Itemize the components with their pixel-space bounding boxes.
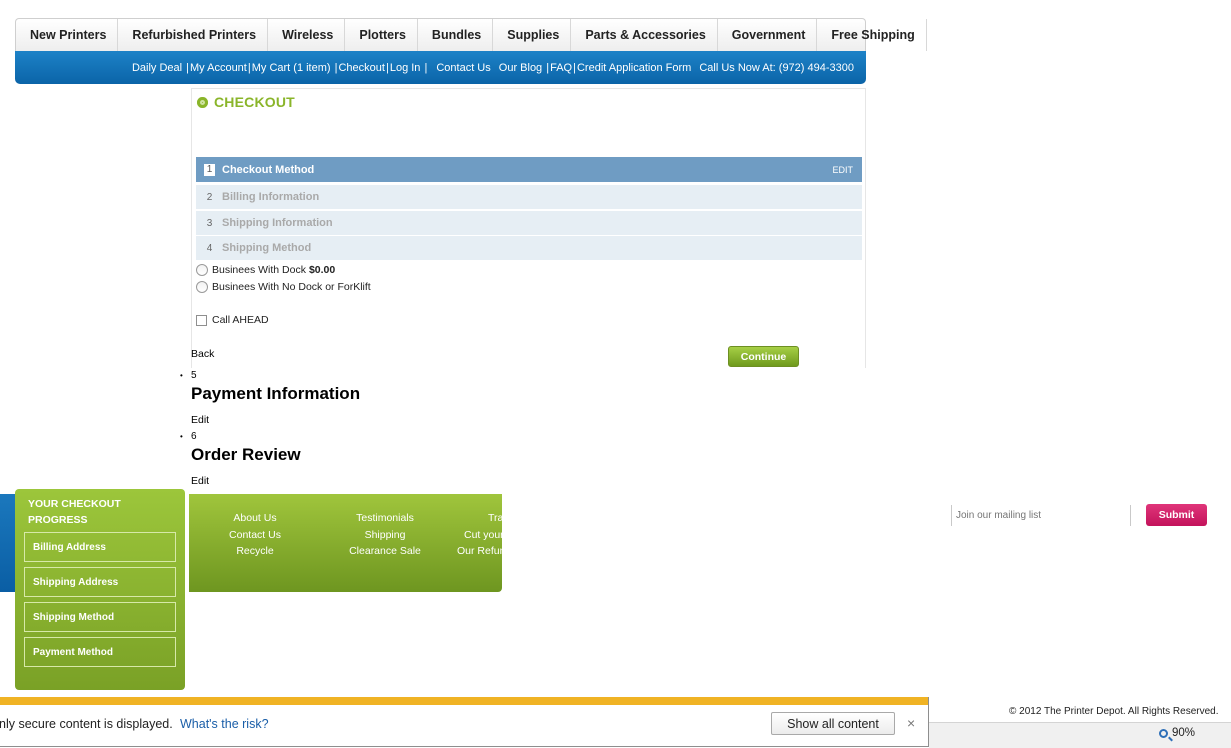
my-cart-link[interactable]: My Cart (1 item) [252, 62, 331, 74]
zoom-level: 90% [1172, 727, 1196, 739]
nav-parts-accessories[interactable]: Parts & Accessories [571, 19, 718, 51]
zoom-control[interactable]: 90% [1159, 727, 1195, 739]
payment-edit-link[interactable]: Edit [191, 414, 209, 426]
mailing-list-input[interactable] [951, 505, 1131, 526]
progress-billing-address[interactable]: Billing Address [24, 532, 176, 562]
checkout-progress-title: YOUR CHECKOUT PROGRESS [28, 498, 121, 526]
option-price: $0.00 [308, 264, 336, 276]
contact-us-link[interactable]: Contact Us [436, 62, 490, 74]
call-us-text: Call Us Now At: (972) 494-3300 [699, 61, 854, 74]
payment-information-heading: Payment Information [191, 384, 361, 403]
step-number: 2 [206, 191, 213, 203]
footer-link-testimonials[interactable]: Testimonials [345, 510, 425, 527]
step-checkout-method[interactable]: 1 Checkout Method EDIT [196, 157, 862, 182]
nav-government[interactable]: Government [718, 19, 818, 51]
step-label: Billing Information [222, 191, 320, 203]
step-number: 1 [204, 163, 215, 176]
separator: | [573, 61, 576, 74]
my-account-link[interactable]: My Account [190, 62, 247, 74]
credit-application-link[interactable]: Credit Application Form [577, 62, 691, 74]
step-label: Shipping Information [222, 217, 333, 229]
account-links-bar: Daily Deal | My Account | My Cart (1 ite… [15, 51, 866, 84]
step-edit-link[interactable]: EDIT [832, 165, 853, 175]
separator: | [385, 61, 389, 74]
separator: | [421, 61, 428, 74]
close-icon[interactable]: × [907, 715, 915, 731]
section-number: 6 [191, 431, 197, 442]
main-nav: New Printers Refurbished Printers Wirele… [15, 18, 927, 51]
list-bullet: • [180, 371, 183, 380]
option-label: Businees With No Dock or ForKlift [212, 281, 371, 293]
footer-link-recycle[interactable]: Recycle [225, 543, 285, 560]
footer-link-about-us[interactable]: About Us [225, 510, 285, 527]
footer-column: Testimonials Shipping Clearance Sale [345, 510, 425, 560]
step-number: 4 [206, 242, 213, 254]
option-label: Businees With Dock [212, 264, 306, 276]
log-in-link[interactable]: Log In [390, 62, 421, 74]
nav-supplies[interactable]: Supplies [493, 19, 572, 51]
order-review-heading: Order Review [191, 445, 301, 464]
order-review-edit-link[interactable]: Edit [191, 475, 209, 487]
our-blog-link[interactable]: Our Blog [499, 62, 542, 74]
progress-shipping-address[interactable]: Shipping Address [24, 567, 176, 597]
step-shipping-information: 3 Shipping Information [196, 211, 862, 235]
checkout-title-text: CHECKOUT [214, 94, 295, 110]
separator: | [331, 61, 338, 74]
separator: | [247, 61, 251, 74]
nav-bundles[interactable]: Bundles [418, 19, 494, 51]
daily-deal-link[interactable]: Daily Deal [132, 62, 182, 74]
call-ahead-label: Call AHEAD [212, 314, 269, 326]
progress-payment-method[interactable]: Payment Method [24, 637, 176, 667]
radio-button[interactable] [196, 281, 208, 293]
checkout-link[interactable]: Checkout [338, 62, 384, 74]
copyright-text: © 2012 The Printer Depot. All Rights Res… [1009, 706, 1219, 717]
footer-column: Tra Cut your Our Refun [457, 510, 502, 560]
back-link[interactable]: Back [191, 348, 214, 360]
call-ahead-checkbox[interactable] [196, 314, 207, 326]
step-number: 3 [206, 217, 213, 229]
notification-message: nly secure content is displayed. [0, 717, 173, 731]
shipping-option-no-dock[interactable]: Businees With No Dock or ForKlift [196, 281, 371, 293]
notification-stripe [0, 697, 928, 705]
zoom-icon [1159, 728, 1168, 738]
checkout-title: CHECKOUT [197, 94, 295, 110]
whats-the-risk-link[interactable]: What's the risk? [180, 717, 269, 731]
separator: | [183, 61, 189, 74]
footer-link-shipping[interactable]: Shipping [345, 527, 425, 544]
footer-links-panel: About Us Contact Us Recycle Testimonials… [189, 494, 502, 592]
radio-button[interactable] [196, 264, 208, 276]
footer-link[interactable]: Cut your [457, 527, 502, 544]
footer-link[interactable]: Our Refun [457, 543, 502, 560]
nav-refurbished-printers[interactable]: Refurbished Printers [118, 19, 269, 51]
nav-plotters[interactable]: Plotters [345, 19, 418, 51]
separator: | [543, 61, 550, 74]
step-label: Checkout Method [222, 163, 315, 176]
step-billing-information: 2 Billing Information [196, 185, 862, 209]
footer-link-contact-us[interactable]: Contact Us [225, 527, 285, 544]
progress-shipping-method[interactable]: Shipping Method [24, 602, 176, 632]
step-shipping-method: 4 Shipping Method [196, 236, 862, 260]
mailing-list-submit-button[interactable]: Submit [1146, 504, 1207, 526]
nav-new-printers[interactable]: New Printers [16, 19, 119, 51]
section-number: 5 [191, 370, 197, 381]
faq-link[interactable]: FAQ [550, 62, 572, 74]
call-ahead-option[interactable]: Call AHEAD [196, 314, 269, 326]
list-bullet: • [180, 432, 183, 441]
step-label: Shipping Method [222, 242, 312, 254]
nav-wireless[interactable]: Wireless [268, 19, 346, 51]
footer-column: About Us Contact Us Recycle [225, 510, 285, 560]
security-notification-bar: nly secure content is displayed. What's … [0, 697, 929, 747]
checkout-progress-panel: YOUR CHECKOUT PROGRESS Billing Address S… [15, 489, 185, 690]
footer-link-clearance-sale[interactable]: Clearance Sale [345, 543, 425, 560]
shipping-option-dock[interactable]: Businees With Dock $0.00 [196, 264, 335, 276]
nav-free-shipping[interactable]: Free Shipping [817, 19, 927, 51]
bullet-icon [197, 96, 208, 108]
continue-button[interactable]: Continue [728, 346, 799, 367]
show-all-content-button[interactable]: Show all content [771, 712, 895, 735]
footer-link[interactable]: Tra [457, 510, 502, 527]
